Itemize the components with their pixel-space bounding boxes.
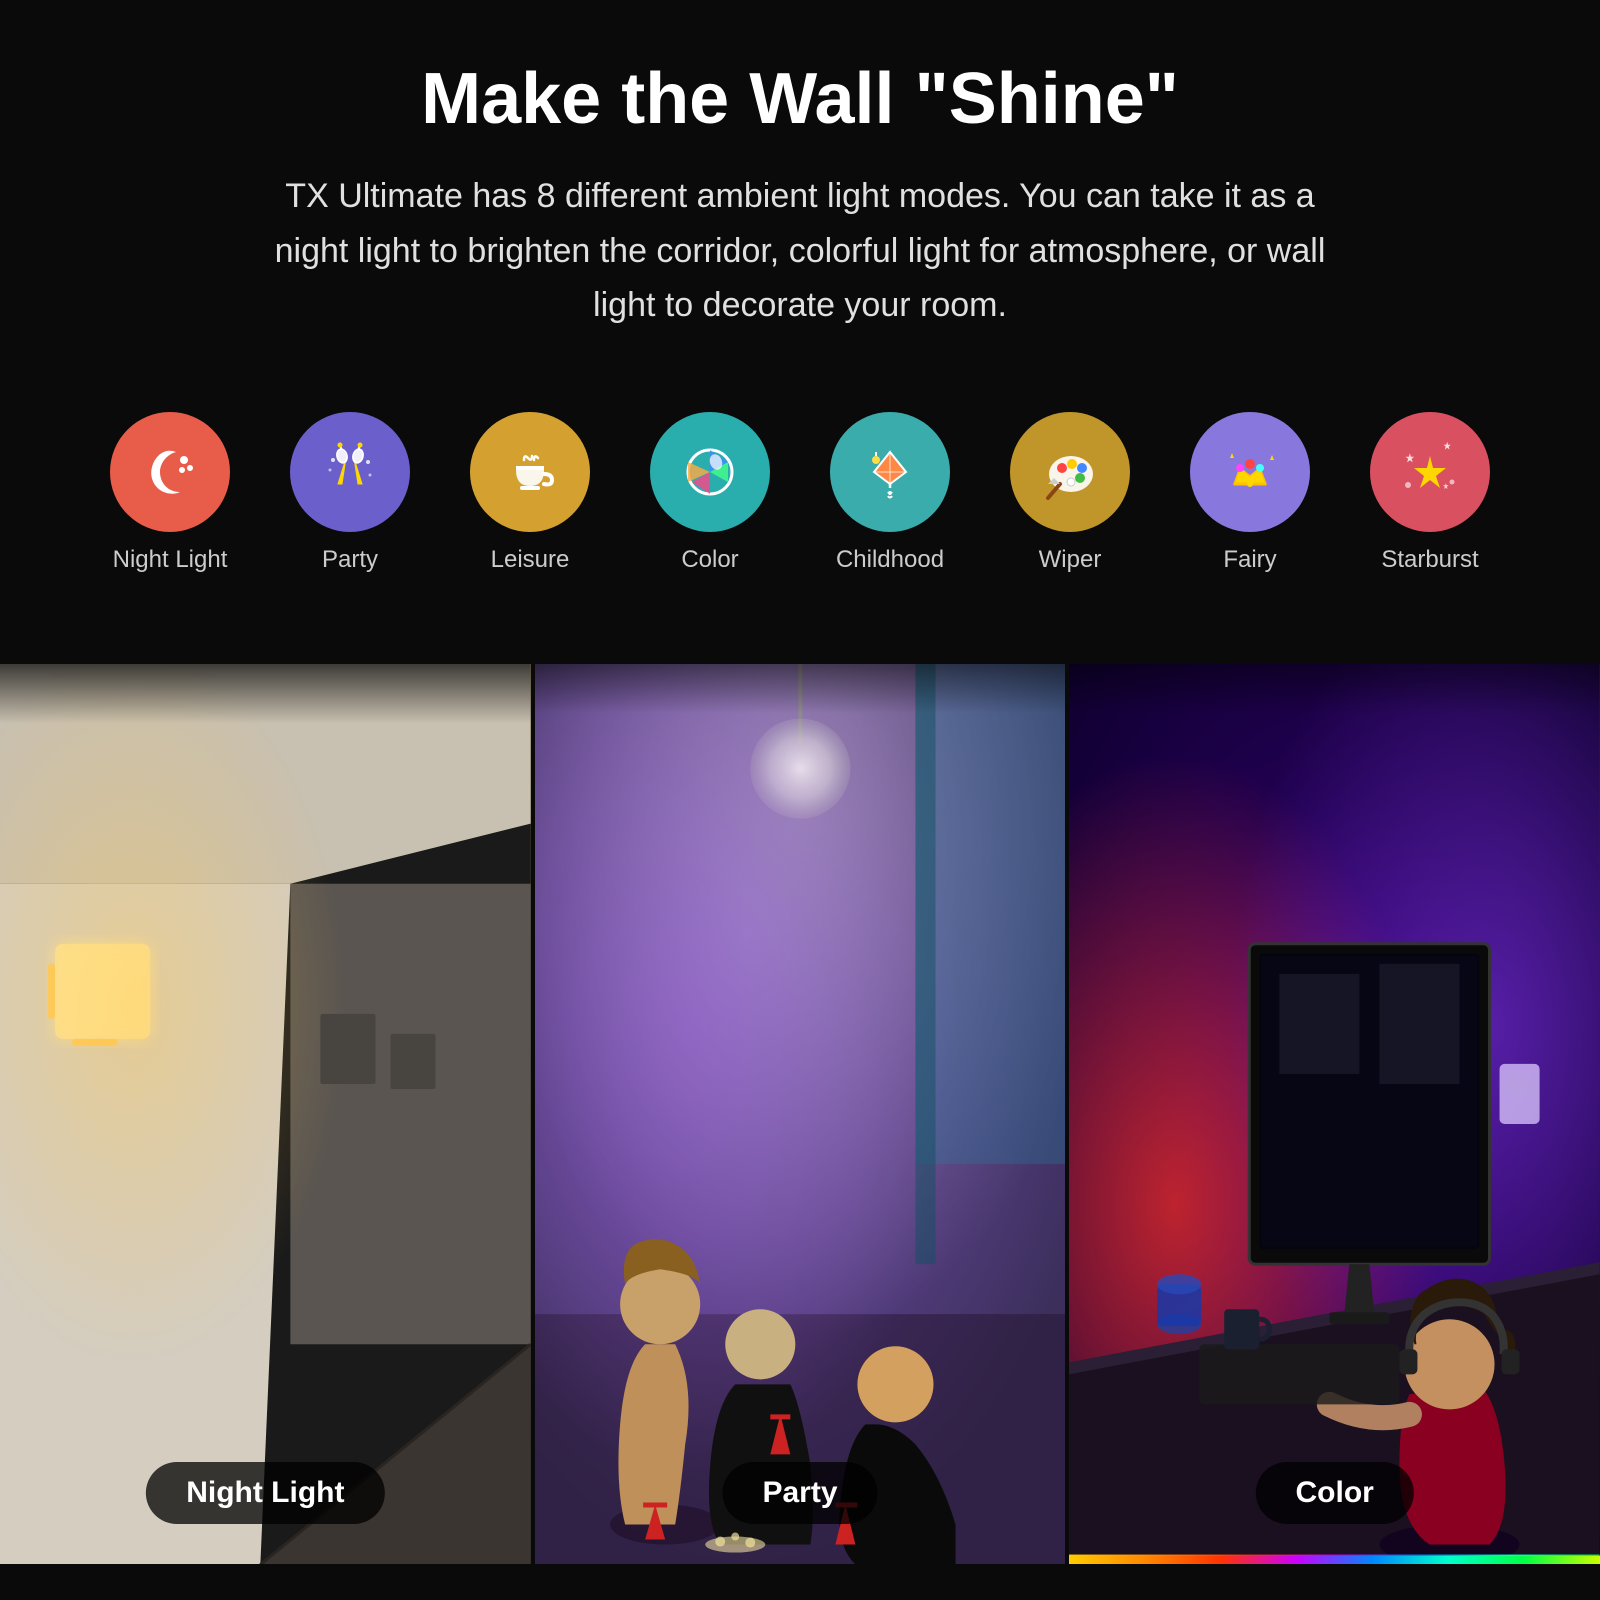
mode-fairy[interactable]: Fairy: [1190, 412, 1310, 574]
mode-color[interactable]: Color: [650, 412, 770, 574]
leisure-label: Leisure: [491, 546, 570, 574]
mode-childhood[interactable]: Childhood: [830, 412, 950, 574]
party-label: Party: [322, 546, 378, 574]
color-scene: Color: [1069, 664, 1600, 1564]
color-badge: Color: [1256, 1462, 1414, 1524]
mode-wiper[interactable]: Wiper: [1010, 412, 1130, 574]
wiper-label: Wiper: [1039, 546, 1102, 574]
photos-section: Night Light: [0, 664, 1600, 1564]
leisure-icon: [470, 412, 590, 532]
party-scene: Party: [535, 664, 1066, 1564]
fairy-label: Fairy: [1223, 546, 1276, 574]
starburst-label: Starburst: [1381, 546, 1478, 574]
night-light-badge: Night Light: [146, 1462, 384, 1524]
mode-starburst[interactable]: Starburst: [1370, 412, 1490, 574]
mode-night-light[interactable]: Night Light: [110, 412, 230, 574]
wiper-icon: [1010, 412, 1130, 532]
childhood-label: Childhood: [836, 546, 944, 574]
party-badge: Party: [722, 1462, 877, 1524]
color-label: Color: [681, 546, 738, 574]
fairy-icon: [1190, 412, 1310, 532]
modes-row: Night Light Party: [80, 392, 1520, 624]
page-subtitle: TX Ultimate has 8 different ambient ligh…: [250, 169, 1350, 332]
night-light-panel: Night Light: [0, 664, 531, 1564]
color-icon: [650, 412, 770, 532]
night-light-icon: [110, 412, 230, 532]
mode-party[interactable]: Party: [290, 412, 410, 574]
top-section: Make the Wall "Shine" TX Ultimate has 8 …: [0, 0, 1600, 664]
color-panel: Color: [1069, 664, 1600, 1564]
night-light-label: Night Light: [113, 546, 228, 574]
party-icon: [290, 412, 410, 532]
starburst-icon: [1370, 412, 1490, 532]
childhood-icon: [830, 412, 950, 532]
mode-leisure[interactable]: Leisure: [470, 412, 590, 574]
night-light-scene: Night Light: [0, 664, 531, 1564]
rgb-gradient-bar: [1069, 1556, 1600, 1564]
page-title: Make the Wall "Shine": [80, 60, 1520, 139]
party-panel: Party: [535, 664, 1066, 1564]
